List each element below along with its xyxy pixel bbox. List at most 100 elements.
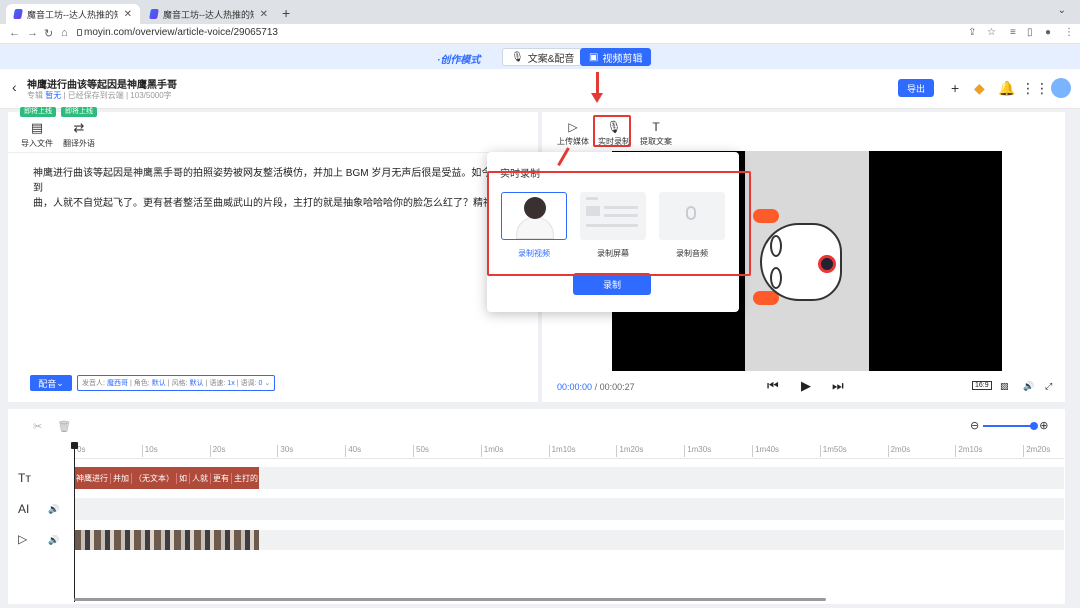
text-clips[interactable]: 神鹰进行并加（无文本）如人就更有主打的精你的就 bbox=[74, 467, 259, 489]
playhead[interactable] bbox=[74, 445, 75, 602]
timeline-tools: ✂ 🗑 bbox=[33, 420, 71, 433]
zoom-control: ⊖ ⊕ bbox=[970, 419, 1048, 432]
vip-diamond-icon[interactable]: ◆ bbox=[974, 80, 985, 97]
add-icon[interactable]: + bbox=[951, 80, 959, 96]
zoom-out-icon[interactable]: ⊖ bbox=[970, 419, 979, 432]
playhead-handle[interactable] bbox=[71, 442, 78, 449]
text-clip[interactable]: 主打的 bbox=[232, 473, 259, 484]
translate-button[interactable]: ⇄ 翻译外语 bbox=[63, 120, 95, 149]
dub-label: 配音 bbox=[38, 378, 57, 389]
ruler-tick: 1m50s bbox=[819, 445, 847, 457]
tab-search-icon[interactable]: ⌄ bbox=[1058, 5, 1066, 16]
url-field[interactable]: moyin.com/overview/article-voice/2906571… bbox=[84, 27, 278, 38]
text-clip[interactable]: 神鹰进行 bbox=[74, 472, 111, 484]
role-value: 默认 bbox=[151, 380, 166, 387]
volume-icon[interactable]: 🔊 bbox=[48, 504, 59, 515]
skip-forward-icon[interactable]: ⏭ bbox=[832, 378, 844, 394]
avatar[interactable] bbox=[1051, 78, 1071, 98]
forward-arrow-icon[interactable]: → bbox=[27, 27, 38, 39]
coming-soon-badge: 即将上线 bbox=[20, 107, 56, 117]
apps-grid-icon[interactable]: ⋮⋮ bbox=[1021, 80, 1049, 97]
ruler-tick: 1m40s bbox=[752, 445, 779, 457]
upload-icon: ▷ bbox=[568, 120, 578, 134]
style-key: 风格: bbox=[171, 380, 188, 387]
flame-shape bbox=[753, 209, 779, 223]
volume-icon[interactable]: 🔊 bbox=[1023, 381, 1034, 392]
ai-voice-track[interactable] bbox=[74, 498, 1064, 520]
text-clip[interactable]: 更有 bbox=[211, 472, 232, 484]
character-badge bbox=[818, 255, 836, 273]
home-icon[interactable]: ⌂ bbox=[61, 27, 68, 39]
mode-title: ·创作模式 bbox=[437, 55, 481, 66]
reload-icon[interactable]: ↻ bbox=[44, 27, 53, 40]
close-icon[interactable]: ✕ bbox=[260, 9, 268, 20]
ruler-tick: 2m20s bbox=[1023, 445, 1050, 457]
script-editor-panel: 即将上线 即将上线 ▤ 导入文件 ⇄ 翻译外语 神鹰进行曲该等起因是神鹰黑手哥的… bbox=[8, 107, 538, 402]
image-icon[interactable]: ▨ bbox=[1000, 381, 1009, 392]
import-file-label: 导入文件 bbox=[21, 139, 53, 148]
bookmark-star-icon[interactable]: ☆ bbox=[987, 27, 996, 38]
export-button[interactable]: 导出 bbox=[898, 79, 934, 97]
cartoon-character bbox=[760, 223, 842, 301]
upload-media-label: 上传媒体 bbox=[557, 137, 589, 146]
text-clip[interactable]: 人就 bbox=[190, 472, 211, 484]
back-chevron-icon[interactable]: ‹ bbox=[12, 79, 17, 95]
side-panel-icon[interactable]: ▯ bbox=[1027, 27, 1033, 38]
record-button[interactable]: 录制 bbox=[573, 273, 651, 295]
ruler-tick: 2m10s bbox=[955, 445, 982, 457]
character-eye bbox=[770, 267, 782, 289]
chevron-down-icon: ⌄ bbox=[264, 380, 271, 387]
document-title[interactable]: 神鹰进行曲该等起因是神鹰黑手哥 bbox=[27, 76, 177, 91]
browser-tab-active[interactable]: 魔音工坊--达人热推的短视频/有声 ✕ bbox=[6, 4, 140, 24]
voice-mode-button[interactable]: 🎙 文案&配音 bbox=[502, 48, 584, 66]
text-clip[interactable]: 并加 bbox=[111, 472, 132, 484]
ruler-tick: 40s bbox=[345, 445, 361, 457]
ruler-tick: 1m20s bbox=[616, 445, 643, 457]
play-icon[interactable]: ▶ bbox=[801, 378, 811, 394]
tab-title: 魔音工坊--达人热推的短视频/有声 bbox=[26, 9, 118, 20]
voice-settings-selector[interactable]: 发音人: 魔西哥 | 角色: 默认 | 风格: 默认 | 语速: 1x | 语调: 0 ⌄ bbox=[77, 375, 276, 391]
annotation-highlight bbox=[487, 171, 751, 276]
text-clip[interactable]: （无文本） bbox=[132, 472, 177, 484]
zoom-slider[interactable] bbox=[983, 421, 1039, 430]
browser-menu-icon[interactable]: ⋮ bbox=[1064, 27, 1074, 38]
video-clips[interactable] bbox=[74, 530, 259, 550]
reading-list-icon[interactable]: ≡ bbox=[1010, 27, 1016, 38]
trash-icon[interactable]: 🗑 bbox=[57, 421, 71, 433]
extract-text-button[interactable]: T 提取文案 bbox=[640, 120, 672, 147]
upload-media-button[interactable]: ▷ 上传媒体 bbox=[557, 120, 589, 147]
share-icon[interactable]: ⇪ bbox=[968, 27, 976, 38]
profile-icon[interactable]: ● bbox=[1045, 27, 1051, 38]
moyin-logo-icon bbox=[149, 9, 159, 19]
ruler-tick: 2m0s bbox=[887, 445, 910, 457]
time-display: 00:00:00 / 00:00:27 bbox=[557, 382, 635, 392]
album-value[interactable]: 暂无 bbox=[45, 91, 61, 100]
video-edit-mode-button[interactable]: ▣ 视频剪辑 bbox=[580, 48, 652, 66]
speed-key: 语速: bbox=[209, 380, 226, 387]
document-header: ‹ 神鹰进行曲该等起因是神鹰黑手哥 专辑 暂无 | 已经保存到云端 | 103/… bbox=[0, 69, 1080, 109]
album-label: 专辑 bbox=[27, 91, 43, 100]
skip-back-icon[interactable]: ⏮ bbox=[767, 378, 779, 394]
close-icon[interactable]: ✕ bbox=[124, 9, 132, 20]
time-ruler[interactable]: 0s 10s 20s 30s 40s 50s 1m0s 1m10s 1m20s 1m30s 1m40… bbox=[74, 445, 1064, 459]
back-arrow-icon[interactable]: ← bbox=[9, 27, 20, 39]
horizontal-scrollbar[interactable] bbox=[74, 598, 826, 601]
fullscreen-icon[interactable]: ⤢ bbox=[1045, 381, 1052, 392]
scissors-icon[interactable]: ✂ bbox=[33, 421, 42, 433]
ruler-tick: 20s bbox=[209, 445, 226, 457]
script-textarea[interactable]: 神鹰进行曲该等起因是神鹰黑手哥的拍照姿势被网友整活模仿，并加上 BGM 岁月无声… bbox=[33, 166, 533, 212]
browser-tab[interactable]: 魔音工坊--达人热推的短视频/有声 ✕ bbox=[142, 4, 276, 24]
new-tab-icon[interactable]: + bbox=[282, 5, 290, 21]
dub-button[interactable]: 配音 ⌄ bbox=[30, 375, 72, 391]
translate-icon: ⇄ bbox=[73, 120, 85, 135]
save-status: 已经保存到云端 bbox=[67, 91, 124, 100]
import-file-button[interactable]: ▤ 导入文件 bbox=[21, 120, 53, 149]
voice-mode-label: 文案&配音 bbox=[527, 53, 575, 65]
text-clip[interactable]: 如 bbox=[177, 472, 190, 484]
zoom-in-icon[interactable]: ⊕ bbox=[1039, 419, 1048, 432]
zoom-handle[interactable] bbox=[1030, 421, 1039, 430]
speed-value: 1x bbox=[227, 379, 235, 387]
volume-icon[interactable]: 🔊 bbox=[48, 535, 59, 546]
aspect-ratio-button[interactable]: 16:9 bbox=[972, 381, 992, 390]
notification-bell-icon[interactable]: 🔔 bbox=[998, 80, 1015, 97]
